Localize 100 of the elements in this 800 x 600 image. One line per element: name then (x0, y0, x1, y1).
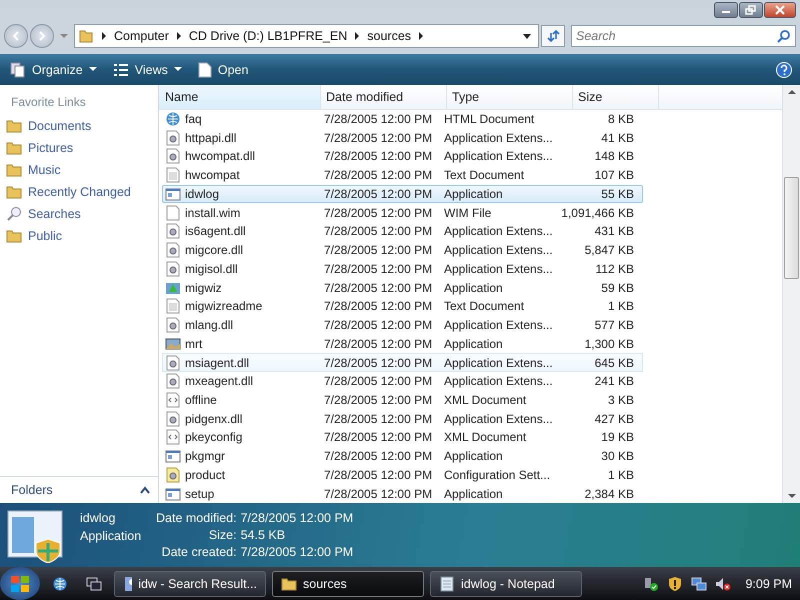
file-name: pkeyconfig (185, 430, 242, 444)
file-name: mxeagent.dll (185, 374, 254, 388)
dropdown-icon[interactable] (522, 32, 532, 40)
text-file-icon (165, 298, 181, 314)
chevron-icon[interactable] (353, 31, 362, 41)
type-cell: Application (444, 186, 503, 201)
shield-icon[interactable] (667, 576, 684, 592)
file-name: offline (185, 393, 217, 407)
chevron-icon[interactable] (417, 31, 426, 41)
taskbar-button[interactable]: idw - Search Result... (114, 570, 266, 596)
refresh-button[interactable] (541, 25, 565, 47)
scrollbar[interactable] (782, 85, 800, 503)
file-row[interactable]: migwiz 7/28/2005 12:00 PM Application 59 KB (162, 278, 643, 297)
taskbar-button[interactable]: sources (272, 570, 424, 596)
size-cell: 41 KB (601, 130, 634, 145)
file-row[interactable]: hwcompat 7/28/2005 12:00 PM Text Document 107 KB (162, 166, 643, 185)
network-check-icon[interactable] (643, 576, 660, 592)
file-row[interactable]: hwcompat.dll 7/28/2005 12:00 PM Application Extens... 148 KB (162, 147, 643, 166)
date-cell: 7/28/2005 12:00 PM (324, 356, 432, 370)
back-button[interactable] (4, 24, 28, 48)
help-button[interactable] (776, 62, 792, 78)
gear-file-icon (165, 373, 181, 390)
favorite-link[interactable]: Music (0, 159, 158, 181)
column-header[interactable]: Size (573, 85, 659, 109)
taskbar-button[interactable]: idwlog - Notepad (430, 570, 582, 596)
type-cell: Application Extens... (444, 412, 553, 426)
folder-icon (78, 28, 94, 44)
muted-speaker-icon[interactable] (715, 576, 732, 592)
scroll-down-icon[interactable] (788, 493, 796, 499)
favorite-link[interactable]: Documents (0, 115, 158, 137)
type-cell: Application Extens... (444, 318, 553, 332)
date-cell: 7/28/2005 12:00 PM (324, 112, 432, 126)
forward-button[interactable] (30, 24, 54, 48)
favorite-link[interactable]: Recently Changed (0, 181, 158, 203)
date-cell: 7/28/2005 12:00 PM (324, 224, 432, 238)
address-bar[interactable]: Computer CD Drive (D:) LB1PFRE_EN sources (74, 24, 539, 48)
date-cell: 7/28/2005 12:00 PM (324, 412, 432, 426)
file-row[interactable]: product 7/28/2005 12:00 PM Configuration Sett... 1 KB (162, 466, 643, 484)
folder-icon (281, 576, 297, 592)
file-row[interactable]: pidgenx.dll 7/28/2005 12:00 PM Application Extens... 427 KB (162, 409, 643, 428)
type-cell: Application (444, 449, 503, 464)
close-button[interactable] (764, 2, 796, 18)
search-icon[interactable] (777, 29, 791, 43)
monitors-icon[interactable] (691, 576, 708, 592)
size-cell: 5,847 KB (584, 243, 634, 258)
breadcrumb[interactable]: sources (367, 29, 412, 43)
column-header[interactable]: Date modified (321, 85, 447, 109)
restore-button[interactable] (739, 2, 763, 18)
text-file-icon (165, 167, 181, 184)
file-row[interactable]: msiagent.dll 7/28/2005 12:00 PM Application Extens... 645 KB (162, 353, 643, 372)
breadcrumb[interactable]: CD Drive (D:) LB1PFRE_EN (188, 29, 348, 43)
organize-button[interactable]: Organize (8, 60, 99, 80)
scroll-thumb[interactable] (784, 177, 799, 279)
file-row[interactable]: migwizreadme 7/28/2005 12:00 PM Text Document 1 KB (162, 296, 643, 316)
file-name: mlang.dll (185, 318, 234, 332)
file-row[interactable]: mlang.dll 7/28/2005 12:00 PM Application Extens... 577 KB (162, 316, 643, 334)
favorite-link[interactable]: Searches (0, 203, 158, 225)
file-name: setup (185, 486, 214, 501)
open-button[interactable]: Open (196, 60, 250, 80)
start-button[interactable] (0, 567, 40, 600)
breadcrumb[interactable]: Computer (114, 29, 169, 43)
file-row[interactable]: pkeyconfig 7/28/2005 12:00 PM XML Document 19 KB (162, 428, 643, 447)
file-row[interactable]: is6agent.dll 7/28/2005 12:00 PM Application Extens... 431 KB (162, 222, 643, 241)
file-row[interactable]: setup 7/28/2005 12:00 PM Application 2,384 KB (162, 484, 643, 503)
views-button[interactable]: Views (110, 60, 184, 80)
size-cell: 3 KB (608, 393, 634, 407)
minimize-button[interactable] (714, 2, 738, 18)
file-name: pkgmgr (185, 449, 226, 464)
file-row[interactable]: faq 7/28/2005 12:00 PM HTML Document 8 KB (162, 110, 643, 128)
file-row[interactable]: mxeagent.dll 7/28/2005 12:00 PM Application Extens... 241 KB (162, 372, 643, 391)
globe-icon[interactable] (52, 576, 68, 592)
globe-icon (165, 110, 181, 127)
chevron-icon[interactable] (100, 31, 108, 41)
file-row[interactable]: offline 7/28/2005 12:00 PM XML Document 3 KB (162, 390, 643, 410)
file-row[interactable]: pkgmgr 7/28/2005 12:00 PM Application 30 KB (162, 446, 643, 466)
favorite-link[interactable]: Pictures (0, 137, 158, 159)
gear-file-icon (165, 354, 181, 371)
favorite-link[interactable]: Public (0, 225, 158, 247)
chevron-icon[interactable] (174, 31, 183, 41)
file-row[interactable]: idwlog 7/28/2005 12:00 PM Application 55 KB (162, 184, 643, 204)
file-name: idwlog (80, 511, 116, 525)
gear-file-icon (165, 410, 181, 427)
scroll-up-icon[interactable] (788, 89, 796, 95)
column-header[interactable]: Name (159, 85, 321, 109)
file-row[interactable]: httpapi.dll 7/28/2005 12:00 PM Application Extens... 41 KB (162, 128, 643, 148)
windows-stack-icon[interactable] (86, 576, 102, 592)
type-cell: Application Extens... (444, 374, 553, 388)
document-icon (198, 62, 212, 78)
property-label: Size: (208, 528, 237, 542)
search-field[interactable]: Search (571, 25, 796, 47)
file-row[interactable]: migisol.dll 7/28/2005 12:00 PM Application Extens... 112 KB (162, 260, 643, 278)
file-name: migisol.dll (185, 262, 238, 276)
file-row[interactable]: install.wim 7/28/2005 12:00 PM WIM File 1,091,466 KB (162, 203, 643, 222)
property-value: 54.5 KB (240, 528, 286, 542)
help-icon (776, 62, 792, 78)
file-row[interactable]: migcore.dll 7/28/2005 12:00 PM Application Extens... 5,847 KB (162, 240, 643, 260)
file-row[interactable]: mrt 7/28/2005 12:00 PM Application 1,300 KB (162, 334, 643, 354)
column-header[interactable]: Type (447, 85, 573, 109)
property-label: Date created: (160, 545, 237, 559)
property-value: 7/28/2005 12:00 PM (240, 545, 354, 559)
